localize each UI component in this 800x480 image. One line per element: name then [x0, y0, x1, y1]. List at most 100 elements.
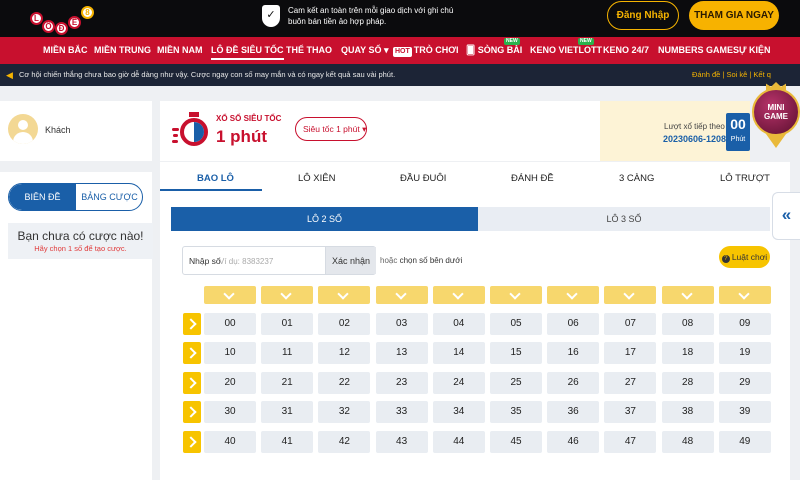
number-input[interactable]: [219, 254, 319, 269]
number-cell[interactable]: 26: [547, 371, 600, 394]
confirm-button[interactable]: Xác nhận: [325, 247, 376, 274]
nav-item-quay-so[interactable]: QUAY SỐ ▾: [341, 37, 389, 64]
number-cell[interactable]: 17: [604, 342, 657, 365]
number-cell[interactable]: 44: [432, 430, 485, 453]
number-cell[interactable]: 03: [375, 313, 428, 335]
number-cell[interactable]: 11: [261, 342, 314, 365]
number-cell[interactable]: 48: [661, 430, 714, 453]
collapse-panel-button[interactable]: «: [772, 192, 800, 240]
number-cell[interactable]: 14: [432, 342, 485, 365]
nav-item-keno-vietlott[interactable]: KENO VIETLOTT NEW: [530, 37, 602, 64]
number-cell[interactable]: 31: [261, 401, 314, 424]
number-cell[interactable]: 30: [204, 401, 256, 424]
number-cell[interactable]: 20: [204, 371, 256, 394]
number-cell[interactable]: 47: [604, 430, 657, 453]
number-cell[interactable]: 40: [204, 430, 256, 453]
number-cell[interactable]: 00: [204, 313, 256, 335]
select-column-button[interactable]: [318, 286, 371, 304]
number-cell[interactable]: 27: [604, 371, 657, 394]
number-cell[interactable]: 15: [490, 342, 542, 365]
nav-item-the-thao[interactable]: THỂ THAO: [286, 37, 332, 64]
select-column-button[interactable]: [204, 286, 256, 304]
tab-bien-de[interactable]: BIÊN ĐỀ: [9, 184, 76, 210]
number-cell[interactable]: 45: [490, 430, 542, 453]
number-cell[interactable]: 13: [375, 342, 428, 365]
number-cell[interactable]: 09: [718, 313, 771, 335]
nav-item-tro-choi[interactable]: HOT TRÒ CHƠI: [393, 37, 458, 64]
nav-item-label: SÒNG BÀI: [477, 45, 523, 55]
number-cell[interactable]: 06: [547, 313, 600, 335]
nav-item-keno-247[interactable]: KENO 24/7: [603, 37, 649, 64]
nav-item-mien-bac[interactable]: MIỀN BẮC: [43, 37, 88, 64]
select-column-button[interactable]: [661, 286, 714, 304]
select-row-button[interactable]: [183, 313, 201, 335]
select-column-button[interactable]: [432, 286, 485, 304]
number-cell[interactable]: 10: [204, 342, 256, 365]
number-cell[interactable]: 04: [432, 313, 485, 335]
nav-item-lo-de-sieu-toc[interactable]: LÔ ĐỀ SIÊU TỐC: [211, 37, 284, 64]
number-cell[interactable]: 39: [718, 401, 771, 424]
tab-3-cang[interactable]: 3 CÀNG: [619, 173, 654, 184]
site-logo[interactable]: L Ô Đ Ề 8: [28, 2, 98, 35]
select-column-button[interactable]: [604, 286, 657, 304]
number-cell[interactable]: 02: [318, 313, 371, 335]
join-now-button[interactable]: THAM GIA NGAY: [689, 1, 779, 30]
number-cell[interactable]: 22: [318, 371, 371, 394]
select-row-button[interactable]: [183, 401, 201, 424]
login-button[interactable]: Đăng Nhập: [607, 1, 679, 30]
number-cell[interactable]: 33: [375, 401, 428, 424]
tab-bang-cuoc[interactable]: BẢNG CƯỢC: [76, 184, 142, 210]
select-row-button[interactable]: [183, 371, 201, 394]
tab-lo-truot[interactable]: LÔ TRƯỢT: [720, 173, 770, 184]
select-column-button[interactable]: [375, 286, 428, 304]
number-cell[interactable]: 25: [490, 371, 542, 394]
rules-button[interactable]: ? Luật chơi: [719, 246, 770, 268]
mini-game-button[interactable]: MINI GAME: [752, 82, 800, 150]
number-cell[interactable]: 16: [547, 342, 600, 365]
or-prefix: hoặc: [380, 256, 398, 265]
number-cell[interactable]: 12: [318, 342, 371, 365]
number-cell[interactable]: 08: [661, 313, 714, 335]
number-cell[interactable]: 49: [718, 430, 771, 453]
number-cell[interactable]: 34: [432, 401, 485, 424]
number-cell[interactable]: 01: [261, 313, 314, 335]
select-row-button[interactable]: [183, 430, 201, 453]
tab-dau-duoi[interactable]: ĐẦU ĐUÔI: [400, 173, 446, 184]
tab-lo-2-so[interactable]: LÔ 2 SỐ: [171, 207, 478, 231]
tab-danh-de[interactable]: ĐÁNH ĐỀ: [511, 173, 554, 184]
tab-lo-xien[interactable]: LÔ XIÊN: [298, 173, 336, 184]
number-cell[interactable]: 28: [661, 371, 714, 394]
tab-bao-lo[interactable]: BAO LÔ: [197, 173, 234, 184]
nav-item-mien-trung[interactable]: MIỀN TRUNG: [94, 37, 151, 64]
select-row-button[interactable]: [183, 342, 201, 365]
number-cell[interactable]: 37: [604, 401, 657, 424]
select-column-button[interactable]: [718, 286, 771, 304]
tab-lo-3-so[interactable]: LÔ 3 SỐ: [478, 207, 770, 231]
select-column-button[interactable]: [547, 286, 600, 304]
choose-below-text: chọn số bên dưới: [399, 256, 463, 265]
number-cell[interactable]: 29: [718, 371, 771, 394]
nav-item-su-kien[interactable]: SỰ KIỆN: [733, 37, 770, 64]
number-cell[interactable]: 43: [375, 430, 428, 453]
number-cell[interactable]: 38: [661, 401, 714, 424]
bet-slip-tabs: BIÊN ĐỀ BẢNG CƯỢC: [8, 183, 143, 211]
nav-item-song-bai[interactable]: 🂠 SÒNG BÀI NEW: [466, 37, 522, 64]
number-cell[interactable]: 05: [490, 313, 542, 335]
select-column-button[interactable]: [261, 286, 314, 304]
number-cell[interactable]: 07: [604, 313, 657, 335]
nav-item-mien-nam[interactable]: MIỀN NAM: [157, 37, 203, 64]
number-cell[interactable]: 21: [261, 371, 314, 394]
select-column-button[interactable]: [490, 286, 542, 304]
number-cell[interactable]: 24: [432, 371, 485, 394]
number-cell[interactable]: 23: [375, 371, 428, 394]
nav-item-numbers-game[interactable]: NUMBERS GAME: [658, 37, 733, 64]
number-cell[interactable]: 35: [490, 401, 542, 424]
number-cell[interactable]: 32: [318, 401, 371, 424]
number-cell[interactable]: 36: [547, 401, 600, 424]
number-cell[interactable]: 18: [661, 342, 714, 365]
speed-select[interactable]: Siêu tốc 1 phút ▾: [295, 117, 367, 141]
number-cell[interactable]: 42: [318, 430, 371, 453]
number-cell[interactable]: 41: [261, 430, 314, 453]
number-cell[interactable]: 46: [547, 430, 600, 453]
number-cell[interactable]: 19: [718, 342, 771, 365]
